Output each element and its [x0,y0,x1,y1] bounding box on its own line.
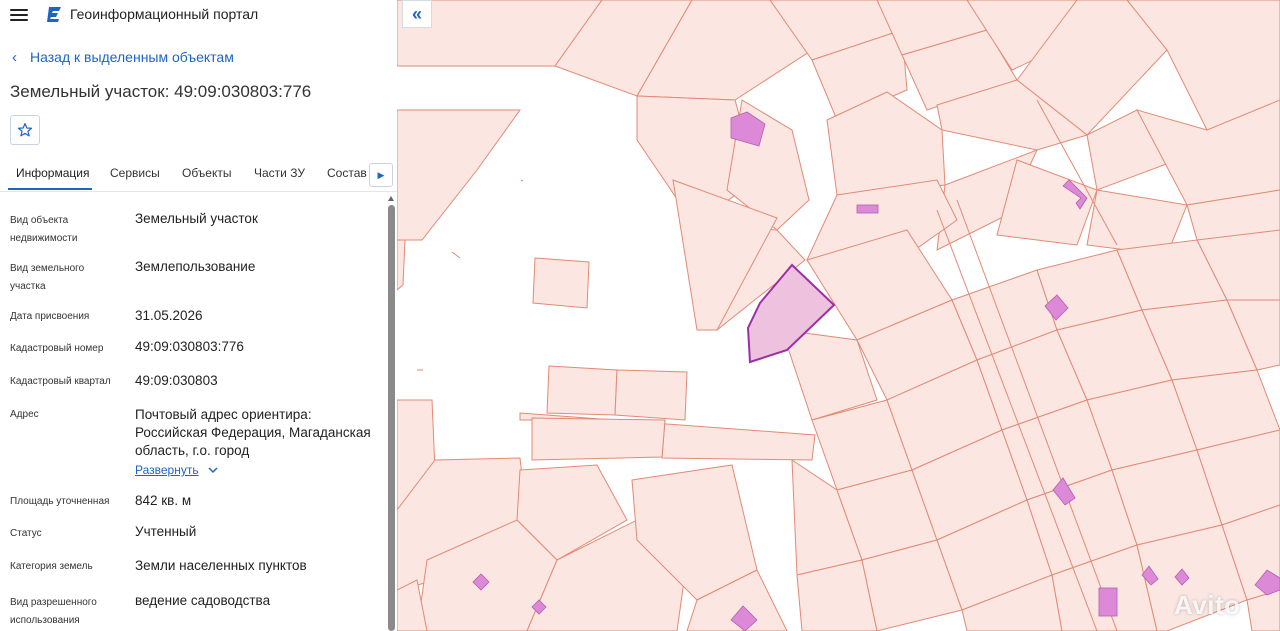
app-title: Геоинформационный портал [70,6,259,22]
property-value: Земли населенных пунктов [135,558,307,573]
object-title: Земельный участок: 49:09:030803:776 [10,82,312,101]
property-value: 49:09:030803:776 [135,339,244,354]
expand-address-link[interactable]: Развернуть [135,463,218,477]
property-label: Кадастровый номер [10,343,104,354]
double-chevron-left-icon: « [411,3,422,24]
property-value: 31.05.2026 [135,308,203,323]
property-label: Категория земель [10,561,93,572]
tab-composition[interactable]: Состав [327,166,367,180]
property-label: Вид разрешенного использования [10,597,97,626]
tab-information[interactable]: Информация [16,166,89,180]
tab-objects[interactable]: Объекты [182,166,232,180]
boundary-line [451,251,461,259]
collapse-panel-button[interactable]: « [402,0,432,28]
panel-scrollbar[interactable] [386,196,397,631]
chevron-left-icon: ‹ [12,49,17,66]
property-value: Учтенный [135,524,197,539]
property-value: 842 кв. м [135,493,192,508]
parcel[interactable] [546,365,618,416]
property-value: Земельный участок [135,211,258,226]
building[interactable] [1098,587,1118,617]
expand-label: Развернуть [135,463,199,477]
scroll-up-arrow[interactable] [388,196,394,201]
property-label: Кадастровый квартал [10,376,111,387]
property-label: Адрес [10,409,39,420]
cadastral-map[interactable] [397,0,1280,631]
chevron-right-icon: ▶ [377,169,385,180]
back-link-label: Назад к выделенным объектам [30,49,234,65]
address-value: Почтовый адрес ориентира: Российская Фед… [135,407,371,458]
back-to-selection-link[interactable]: ‹ Назад к выделенным объектам [12,49,234,66]
parcel-layer[interactable] [397,0,1280,631]
parcel[interactable] [531,417,666,461]
property-label: Статус [10,528,42,539]
active-tab-indicator [8,188,92,190]
parcel[interactable] [397,579,428,631]
scroll-thumb[interactable] [388,205,395,631]
info-panel: Геоинформационный портал ‹ Назад к выделе… [0,0,397,631]
menu-icon[interactable] [10,6,28,22]
tab-services[interactable]: Сервисы [110,166,160,180]
property-label: Дата присвоения [10,311,90,322]
parcel[interactable] [397,109,521,241]
property-label: Вид земельного участка [10,263,85,292]
parcel[interactable] [532,257,590,309]
property-label: Вид объекта недвижимости [10,215,78,244]
property-label: Площадь уточненная [10,496,110,507]
parcel[interactable] [614,369,688,421]
tabs-scroll-right-button[interactable]: ▶ [369,163,393,187]
building[interactable] [856,204,879,214]
favorite-button[interactable] [10,115,40,145]
parcel[interactable] [397,239,406,291]
tab-bar: Информация Сервисы Объекты Части ЗУ Сост… [0,159,397,192]
watermark: Avito [1174,590,1241,620]
tab-parcel-parts[interactable]: Части ЗУ [254,166,305,180]
property-value: Землепользование [135,259,256,274]
chevron-down-icon [208,467,218,474]
star-icon [17,123,33,137]
property-value: 49:09:030803 [135,373,218,388]
portal-logo-icon [47,7,61,22]
top-bar: Геоинформационный портал [0,0,397,30]
boundary-line [520,179,524,182]
property-value: ведение садоводства [135,593,271,608]
